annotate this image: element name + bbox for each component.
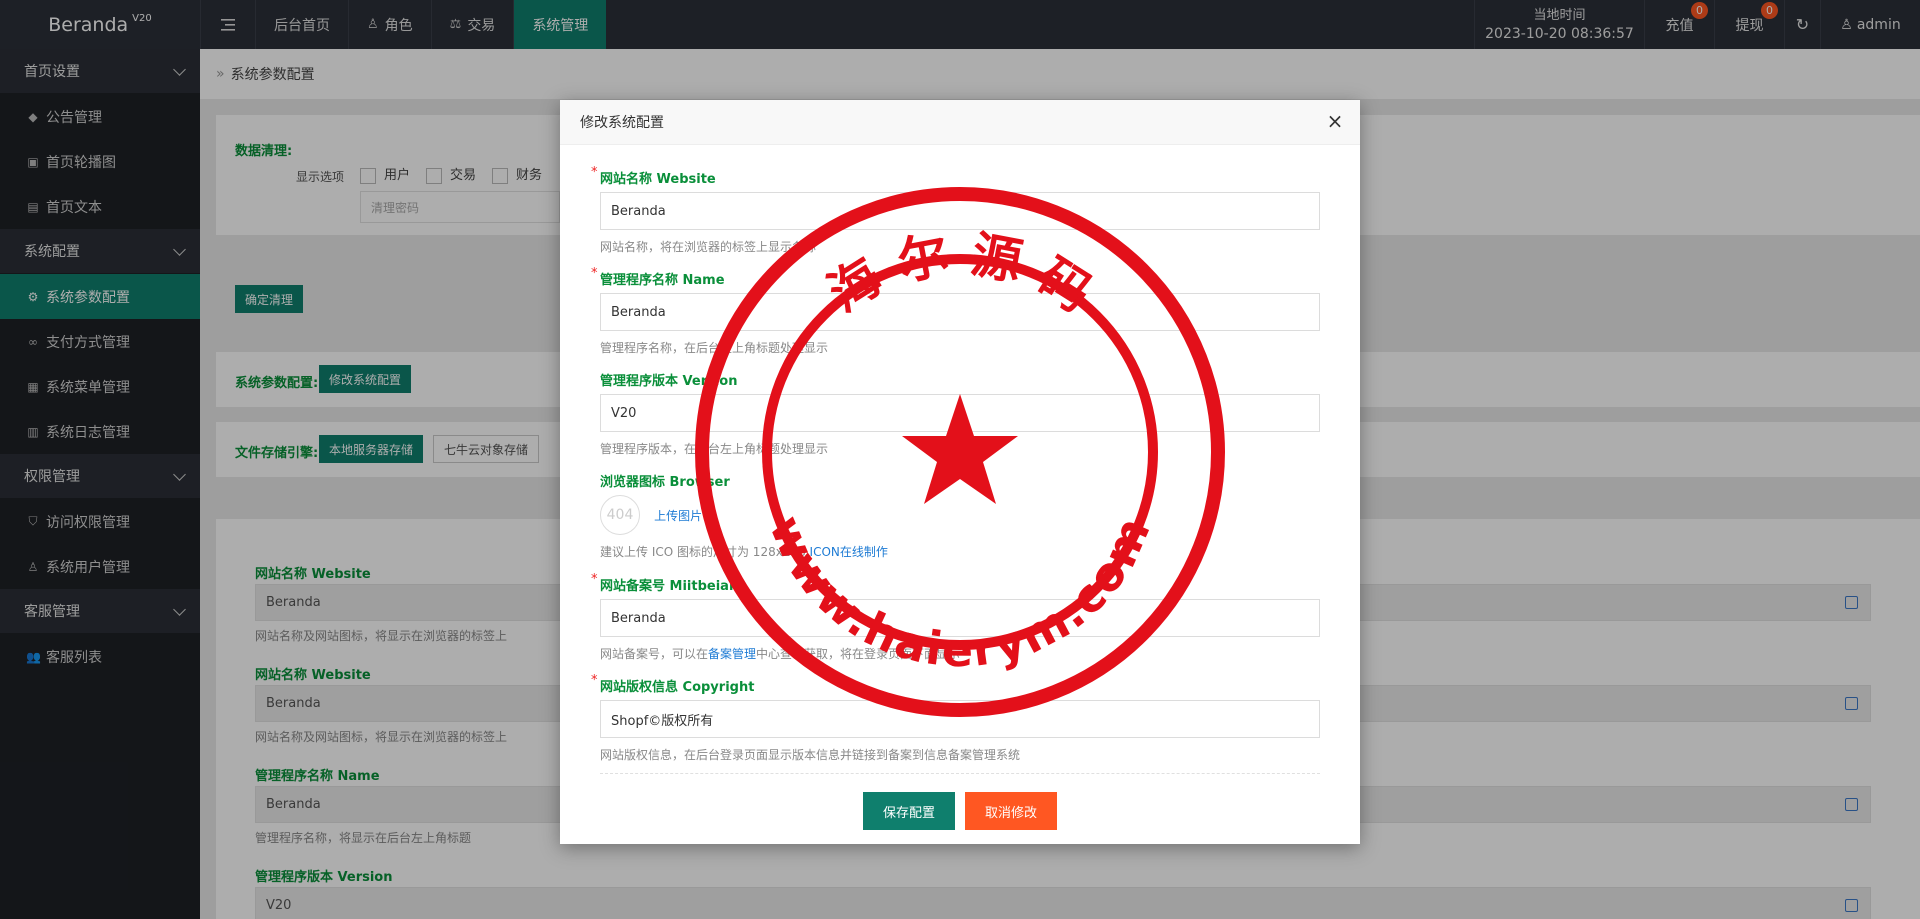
app-name-input[interactable]: Beranda	[600, 293, 1320, 331]
upload-image-link[interactable]: 上传图片	[654, 509, 702, 523]
modal-field-browser-icon: 浏览器图标 Browser 404 上传图片 建议上传 ICO 图标的尺寸为 1…	[600, 475, 888, 559]
cancel-edit-button[interactable]: 取消修改	[965, 792, 1057, 830]
save-config-button[interactable]: 保存配置	[863, 792, 955, 830]
miitbeian-input[interactable]: Beranda	[600, 599, 1320, 637]
modal-field-website: * 网站名称 Website Beranda 网站名称，将在浏览器的标签上显示名称	[591, 165, 1320, 255]
required-mark: *	[591, 572, 598, 587]
copyright-input[interactable]: Shopf©版权所有	[600, 700, 1320, 738]
required-mark: *	[591, 266, 598, 281]
beian-link[interactable]: 备案管理	[708, 647, 756, 661]
divider	[600, 773, 1320, 774]
modal-field-copyright: * 网站版权信息 Copyright Shopf©版权所有 网站版权信息，在后台登…	[591, 673, 1320, 763]
edit-config-modal: 修改系统配置 × * 网站名称 Website Beranda 网站名称，将在浏览…	[560, 100, 1360, 844]
modal-title: 修改系统配置	[580, 115, 664, 131]
modal-field-miitbeian: * 网站备案号 Miitbeian Beranda 网站备案号，可以在备案管理中心…	[591, 572, 1320, 662]
icon-maker-link[interactable]: ICON在线制作	[810, 545, 888, 559]
app-version-input[interactable]: V20	[600, 394, 1320, 432]
browser-icon-preview: 404	[600, 495, 640, 535]
close-icon[interactable]: ×	[1324, 111, 1346, 133]
modal-field-app-version: 管理程序版本 Version V20 管理程序版本，在后台左上角标题处理显示	[600, 370, 1320, 457]
website-name-input[interactable]: Beranda	[600, 192, 1320, 230]
modal-header: 修改系统配置 ×	[560, 100, 1360, 145]
modal-field-app-name: * 管理程序名称 Name Beranda 管理程序名称，在后台左上角标题处理显示	[591, 266, 1320, 356]
required-mark: *	[591, 165, 598, 180]
required-mark: *	[591, 673, 598, 688]
